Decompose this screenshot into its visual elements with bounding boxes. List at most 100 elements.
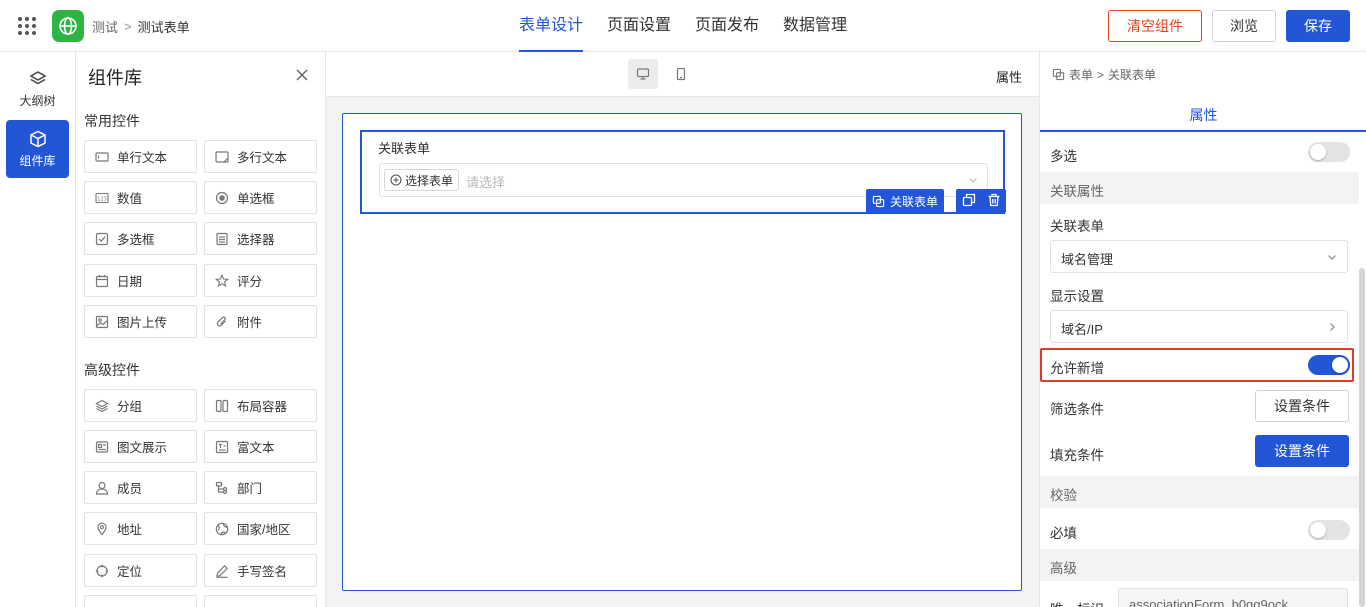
- component-label: 附件: [237, 316, 263, 330]
- component-rating[interactable]: 评分: [204, 264, 317, 297]
- duplicate-icon[interactable]: [962, 193, 976, 210]
- component-label: 数值: [117, 192, 143, 206]
- component-address[interactable]: 地址: [84, 512, 197, 545]
- component-layout-container[interactable]: 布局容器: [204, 389, 317, 422]
- required-toggle[interactable]: [1308, 520, 1350, 540]
- trash-icon[interactable]: [987, 193, 1001, 210]
- field-placeholder: 请选择: [466, 175, 506, 190]
- component-number[interactable]: 123 数值: [84, 181, 197, 214]
- component-selector[interactable]: 选择器: [204, 222, 317, 255]
- apps-grid-icon[interactable]: [16, 15, 38, 37]
- fill-conditions-label: 填充条件: [1050, 448, 1104, 463]
- breadcrumb-app[interactable]: 测试: [92, 17, 118, 36]
- advanced-controls-title: 高级控件: [84, 362, 140, 378]
- common-controls-title: 常用控件: [84, 113, 140, 129]
- org-tree-icon: [215, 481, 229, 495]
- breadcrumb: 测试 > 测试表单: [92, 17, 190, 36]
- textarea-icon: [215, 150, 229, 164]
- rail-item-outline[interactable]: 大纲树: [6, 60, 69, 118]
- fill-conditions-button[interactable]: 设置条件: [1255, 435, 1349, 467]
- tab-form-design[interactable]: 表单设计: [507, 0, 595, 52]
- layers-icon: [28, 70, 47, 84]
- canvas-properties-link[interactable]: 属性: [996, 67, 1022, 86]
- component-radio[interactable]: 单选框: [204, 181, 317, 214]
- select-form-label: 选择表单: [405, 173, 454, 188]
- component-date[interactable]: 日期: [84, 264, 197, 297]
- component-label: 图片上传: [117, 316, 168, 330]
- preview-button[interactable]: 浏览: [1212, 10, 1276, 42]
- calendar-icon: [95, 274, 109, 288]
- component-image-upload[interactable]: 图片上传: [84, 305, 197, 338]
- star-icon: [215, 273, 229, 288]
- component-label: 分组: [117, 400, 143, 414]
- component-multi-line-text[interactable]: 多行文本: [204, 140, 317, 173]
- monitor-icon: [636, 68, 650, 80]
- checkbox-icon: [95, 232, 109, 246]
- component-label: 富文本: [237, 441, 275, 455]
- property-breadcrumb-current: 关联表单: [1108, 68, 1157, 82]
- tab-page-settings[interactable]: 页面设置: [595, 0, 683, 52]
- library-title: 组件库: [88, 68, 142, 88]
- component-label: 单行文本: [117, 151, 168, 165]
- tab-page-publish[interactable]: 页面发布: [683, 0, 771, 52]
- tab-properties[interactable]: 属性: [1040, 105, 1366, 125]
- component-member[interactable]: 成员: [84, 471, 197, 504]
- save-button[interactable]: 保存: [1286, 10, 1350, 42]
- columns-icon: [215, 399, 229, 413]
- component-label: 布局容器: [237, 400, 288, 414]
- component-attachment[interactable]: 附件: [204, 305, 317, 338]
- desktop-view-button[interactable]: [628, 59, 658, 89]
- component-checkbox[interactable]: 多选框: [84, 222, 197, 255]
- rich-text-icon: [215, 440, 229, 454]
- image-icon: [95, 315, 109, 329]
- component-label: 手写签名: [237, 565, 288, 579]
- component-label: 多选框: [117, 233, 155, 247]
- component-label: 定位: [117, 565, 143, 579]
- clear-components-button[interactable]: 清空组件: [1108, 10, 1202, 42]
- left-rail: 大纲树 组件库: [0, 52, 76, 607]
- association-section-header: 关联属性: [1040, 172, 1359, 204]
- component-single-line-text[interactable]: 单行文本: [84, 140, 197, 173]
- form-canvas[interactable]: 关联表单 选择表单 请选择 关联表单: [342, 113, 1022, 591]
- tab-data-management[interactable]: 数据管理: [771, 0, 859, 52]
- unique-id-label: 唯一标识: [1050, 598, 1104, 607]
- component-label: 地址: [117, 523, 143, 537]
- component-label: 评分: [237, 275, 263, 289]
- component-department[interactable]: 部门: [204, 471, 317, 504]
- property-panel: 表单 > 关联表单 属性 多选 关联属性 关联表单 域名管理 显示设置 域名/I…: [1039, 52, 1366, 607]
- display-settings-select[interactable]: 域名/IP: [1050, 310, 1348, 343]
- property-breadcrumb-form[interactable]: 表单: [1069, 66, 1093, 83]
- component-country-region[interactable]: 国家/地区: [204, 512, 317, 545]
- association-form-select[interactable]: 域名管理: [1050, 240, 1348, 273]
- breadcrumb-separator: >: [124, 19, 132, 34]
- component-label: 图文展示: [117, 441, 168, 455]
- pen-icon: [215, 564, 229, 578]
- unique-id-field[interactable]: associationForm_b0gq9ock: [1118, 588, 1348, 607]
- component-partial-next[interactable]: [204, 595, 317, 607]
- select-form-button[interactable]: 选择表单: [384, 169, 460, 191]
- component-group[interactable]: 分组: [84, 389, 197, 422]
- component-partial-next[interactable]: [84, 595, 197, 607]
- radio-icon: [215, 191, 229, 205]
- multi-select-toggle[interactable]: [1308, 142, 1350, 162]
- component-signature[interactable]: 手写签名: [204, 554, 317, 587]
- component-label: 国家/地区: [237, 523, 291, 537]
- breadcrumb-current: 测试表单: [137, 20, 190, 35]
- allow-add-label: 允许新增: [1050, 361, 1104, 376]
- component-rich-text[interactable]: 富文本: [204, 430, 317, 463]
- media-card-icon: [95, 440, 109, 454]
- user-icon: [95, 481, 109, 495]
- component-image-text[interactable]: 图文展示: [84, 430, 197, 463]
- property-breadcrumb: 表单 > 关联表单: [1052, 66, 1156, 83]
- property-breadcrumb-separator: >: [1097, 67, 1105, 82]
- allow-add-toggle[interactable]: [1308, 355, 1350, 375]
- close-icon[interactable]: [294, 67, 310, 83]
- filter-conditions-button[interactable]: 设置条件: [1255, 390, 1349, 422]
- component-location[interactable]: 定位: [84, 554, 197, 587]
- association-form-field[interactable]: 关联表单 选择表单 请选择 关联表单: [360, 130, 1006, 214]
- copy-form-icon: [1052, 68, 1065, 81]
- layers-icon: [95, 399, 109, 413]
- rail-item-library[interactable]: 组件库: [6, 120, 69, 178]
- panel-scrollbar[interactable]: [1359, 268, 1365, 607]
- mobile-view-button[interactable]: [666, 59, 696, 89]
